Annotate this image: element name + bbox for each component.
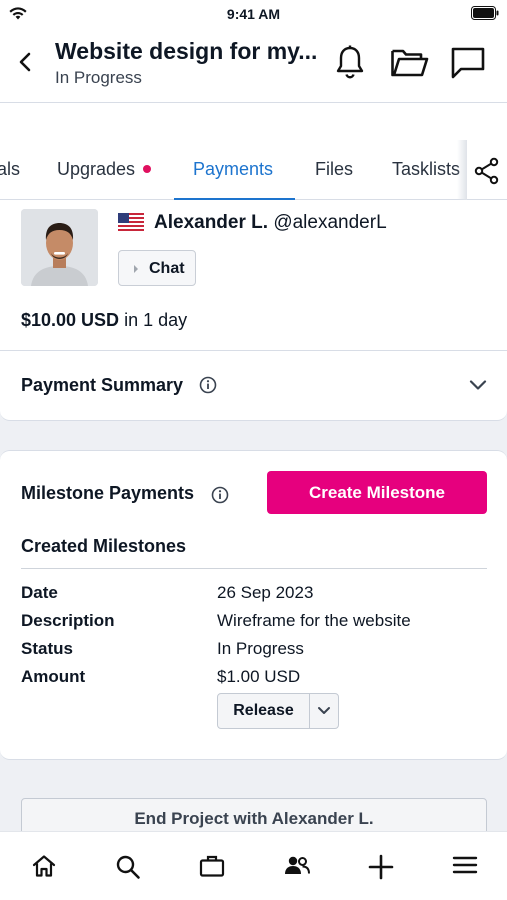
milestone-date-value: 26 Sep 2023 <box>217 583 314 602</box>
project-tabs: als Upgrades Payments Files Tasklists <box>0 103 507 201</box>
chevron-down-icon[interactable] <box>469 379 487 391</box>
tab-payments-label: Payments <box>193 159 274 179</box>
info-icon[interactable] <box>211 486 229 504</box>
chat-button[interactable]: Chat <box>118 250 196 286</box>
release-split-button: Release <box>217 693 339 729</box>
chevron-down-icon[interactable] <box>317 706 331 716</box>
folder-icon[interactable] <box>390 46 430 80</box>
tab-payments[interactable]: Payments <box>193 159 273 180</box>
share-icon[interactable] <box>474 157 500 185</box>
milestone-payments-label: Milestone Payments <box>21 483 195 503</box>
chat-button-label: Chat <box>149 260 185 277</box>
payment-summary-label: Payment Summary <box>21 375 184 395</box>
milestone-amount-value: $1.00 USD <box>217 667 301 686</box>
release-button[interactable]: Release <box>218 694 310 728</box>
status-bar: 9:41 AM <box>0 0 507 28</box>
home-icon[interactable] <box>31 854 57 878</box>
tab-files-label: Files <box>315 159 354 179</box>
people-icon[interactable] <box>283 854 311 878</box>
milestone-payments-card: Milestone Payments Create Milestone Crea… <box>0 450 507 760</box>
payment-summary-row[interactable]: Payment Summary <box>0 351 507 421</box>
freelancer-handle: @alexanderL <box>273 212 387 233</box>
battery-icon <box>471 6 499 20</box>
bid-timeframe: in 1 day <box>124 310 188 330</box>
milestone-status-value: In Progress <box>217 639 304 658</box>
menu-icon[interactable] <box>452 854 478 876</box>
freelancer-card: Alexander L. @alexanderL Chat $10.00 USD… <box>0 200 507 351</box>
us-flag-icon <box>118 213 144 233</box>
notification-dot <box>143 165 152 173</box>
plus-icon[interactable] <box>368 854 394 880</box>
bid-amount: $10.00 USD <box>21 310 120 330</box>
freelancer-name-line: Alexander L. @alexanderL <box>154 212 387 234</box>
freelancer-name[interactable]: Alexander L. <box>154 212 268 233</box>
project-title: Website design for my... <box>55 38 318 64</box>
milestone-description-value: Wireframe for the website <box>217 611 411 630</box>
chevron-left-icon[interactable] <box>18 52 32 72</box>
bell-icon[interactable] <box>335 44 365 80</box>
divider <box>21 568 487 569</box>
briefcase-icon[interactable] <box>199 854 225 878</box>
tab-tasklists[interactable]: Tasklists <box>392 159 460 180</box>
milestone-date-key: Date <box>21 583 58 602</box>
info-icon[interactable] <box>199 376 217 394</box>
tab-proposals[interactable]: als <box>0 159 20 180</box>
milestone-amount-key: Amount <box>21 667 86 686</box>
chat-icon[interactable] <box>450 46 486 80</box>
create-milestone-button[interactable]: Create Milestone <box>267 471 487 514</box>
tab-tasklists-label: Tasklists <box>392 159 461 179</box>
avatar[interactable] <box>21 209 98 286</box>
tab-files[interactable]: Files <box>315 159 353 180</box>
avatar-photo <box>21 209 98 286</box>
bid-amount-line: $10.00 USD in 1 day <box>21 310 187 331</box>
tab-upgrades-label: Upgrades <box>57 159 136 179</box>
created-milestones-label: Created Milestones <box>21 536 187 556</box>
status-time: 9:41 AM <box>226 6 281 22</box>
tabs-scroll-fade <box>457 140 467 200</box>
search-icon[interactable] <box>115 854 141 880</box>
chat-icon-small <box>134 265 138 273</box>
project-status: In Progress <box>55 68 142 87</box>
project-header: Website design for my... In Progress <box>0 28 507 103</box>
bottom-nav <box>0 831 507 900</box>
milestone-status-key: Status <box>21 639 73 658</box>
tab-upgrades[interactable]: Upgrades <box>57 159 152 180</box>
milestone-description-key: Description <box>21 611 115 630</box>
